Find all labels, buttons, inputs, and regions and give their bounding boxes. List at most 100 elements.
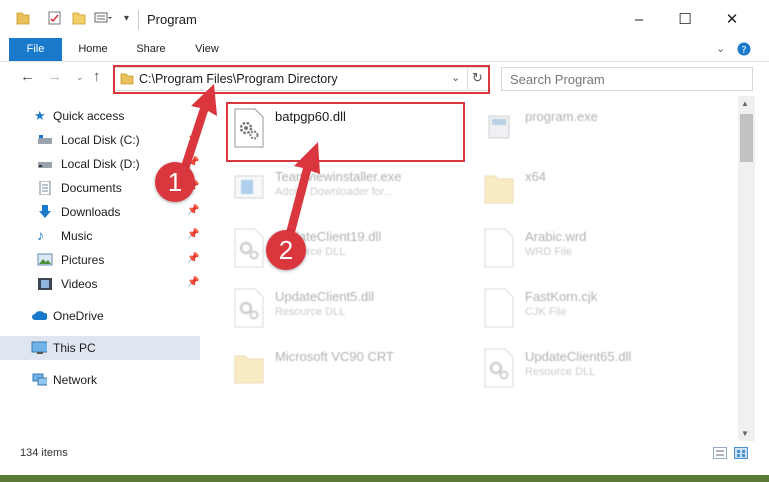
drive-icon xyxy=(38,162,52,168)
tab-view[interactable]: View xyxy=(184,38,230,61)
pin-icon: 📌 xyxy=(187,157,200,168)
videos-icon xyxy=(38,278,52,290)
large-icons-view-icon[interactable] xyxy=(734,447,748,459)
star-icon: ★ xyxy=(34,108,46,123)
sidebar-item-local-disk-c[interactable]: Local Disk (C:) 📌 xyxy=(0,128,200,152)
pin-icon: 📌 xyxy=(187,277,200,288)
search-box[interactable] xyxy=(501,67,753,91)
file-item-microsoft-vc90-crt[interactable]: Microsoft VC90 CRT xyxy=(229,342,469,394)
sidebar-item-onedrive[interactable]: OneDrive xyxy=(0,304,200,328)
pin-icon: 📌 xyxy=(187,205,200,216)
scroll-down-icon[interactable]: ▼ xyxy=(741,429,749,438)
computer-icon xyxy=(31,341,47,354)
pin-icon: 📌 xyxy=(187,253,200,264)
file-type: Resource DLL xyxy=(275,306,346,318)
exe-icon xyxy=(488,115,510,139)
sidebar-item-label: Videos xyxy=(61,277,98,291)
help-icon[interactable]: ? xyxy=(737,42,751,56)
properties-icon[interactable] xyxy=(47,10,63,26)
blank-file-icon xyxy=(484,288,514,328)
window-title: Program xyxy=(147,12,197,27)
expand-ribbon-icon[interactable]: ⌄ xyxy=(716,42,725,55)
sidebar-item-pictures[interactable]: Pictures 📌 xyxy=(0,248,200,272)
step-1-badge: 1 xyxy=(155,162,195,202)
sidebar-item-label: Local Disk (C:) xyxy=(61,133,140,147)
pin-icon: 📌 xyxy=(187,229,200,240)
tab-share[interactable]: Share xyxy=(128,38,174,61)
up-arrow-icon[interactable]: ↑ xyxy=(93,68,101,85)
pictures-icon xyxy=(37,253,53,266)
file-name: Teamviewinstaller.exe xyxy=(275,169,402,184)
dll-gear-icon xyxy=(234,228,264,268)
file-item-installer-exe[interactable]: Teamviewinstaller.exe Adobe Downloader f… xyxy=(229,162,469,214)
scrollbar-thumb[interactable] xyxy=(740,114,753,162)
forward-arrow-icon[interactable]: → xyxy=(47,68,62,85)
sidebar-item-this-pc[interactable]: This PC xyxy=(0,336,200,360)
new-folder-icon[interactable] xyxy=(72,10,86,26)
file-item-arabic-wrd[interactable]: Arabic.wrd WRD File xyxy=(479,222,719,274)
sidebar-item-music[interactable]: ♪ Music 📌 xyxy=(0,224,200,248)
folder-icon xyxy=(16,12,30,25)
folder-icon xyxy=(234,355,264,384)
dll-gear-icon xyxy=(484,348,514,388)
quick-access-dropdown-icon[interactable]: ▾ xyxy=(124,13,129,24)
ribbon-tabs: File Home Share View ⌄ ? xyxy=(0,38,769,62)
folder-icon xyxy=(484,175,514,204)
sidebar-item-videos[interactable]: Videos 📌 xyxy=(0,272,200,296)
file-name: UpdateClient65.dll xyxy=(525,349,632,364)
details-view-icon[interactable] xyxy=(713,447,727,459)
file-explorer-window: ▾ Program – ☐ ✕ File Home Share View ⌄ ?… xyxy=(0,0,769,475)
file-type: WRD File xyxy=(525,246,573,258)
file-item-updateclient19-dll[interactable]: UpdateClient19.dll Resource DLL xyxy=(229,222,469,274)
scroll-up-icon[interactable]: ▲ xyxy=(741,99,749,108)
file-name: FastKorn.cjk xyxy=(525,289,598,304)
file-item-updateclient5-dll[interactable]: UpdateClient5.dll Resource DLL xyxy=(229,282,469,334)
file-name: UpdateClient5.dll xyxy=(275,289,375,304)
title-separator xyxy=(138,10,139,30)
sidebar-item-downloads[interactable]: Downloads 📌 xyxy=(0,200,200,224)
svg-text:?: ? xyxy=(741,45,746,56)
tab-file[interactable]: File xyxy=(9,38,62,61)
sidebar-item-label: Pictures xyxy=(61,253,105,267)
blank-file-icon xyxy=(484,228,514,268)
music-icon: ♪ xyxy=(37,227,44,243)
file-name: x64 xyxy=(525,169,546,184)
file-name: Microsoft VC90 CRT xyxy=(275,349,394,364)
documents-icon xyxy=(39,181,51,195)
sidebar-item-label: Documents xyxy=(61,181,122,195)
file-item-program-exe[interactable]: program.exe xyxy=(479,102,719,154)
back-arrow-icon[interactable]: ← xyxy=(20,68,35,85)
navigation-pane: ★ Quick access Local Disk (C:) 📌 Local D… xyxy=(0,96,205,441)
item-count: 134 items xyxy=(20,447,68,459)
drive-icon xyxy=(38,135,52,144)
installer-icon xyxy=(234,175,264,199)
tab-home[interactable]: Home xyxy=(70,38,116,61)
title-bar: ▾ Program – ☐ ✕ xyxy=(0,0,769,40)
network-icon xyxy=(32,373,47,386)
maximize-button[interactable]: ☐ xyxy=(670,8,700,32)
sidebar-item-quick-access[interactable]: ★ Quick access xyxy=(0,104,200,128)
sidebar-item-label: OneDrive xyxy=(53,309,104,323)
sidebar-item-label: Quick access xyxy=(53,109,125,123)
file-name: program.exe xyxy=(525,109,598,124)
file-name: Arabic.wrd xyxy=(525,229,587,244)
recent-locations-icon[interactable]: ⌄ xyxy=(76,72,84,83)
address-bar-highlight xyxy=(113,65,490,94)
file-type: Adobe Downloader for... xyxy=(275,186,394,198)
sidebar-item-label: Network xyxy=(53,373,98,387)
minimize-button[interactable]: – xyxy=(624,8,654,32)
sidebar-item-label: Downloads xyxy=(61,205,121,219)
file-item-fastkorn-cjk[interactable]: FastKorn.cjk CJK File xyxy=(479,282,719,334)
customize-toolbar-icon[interactable] xyxy=(94,10,112,26)
dll-gear-icon xyxy=(234,288,264,328)
cloud-icon xyxy=(32,311,47,320)
close-button[interactable]: ✕ xyxy=(717,8,747,32)
status-bar: 134 items xyxy=(0,442,769,464)
file-item-x64-folder[interactable]: x64 xyxy=(479,162,719,214)
search-input[interactable] xyxy=(508,71,712,88)
download-icon xyxy=(39,205,51,218)
vertical-scrollbar[interactable]: ▲ ▼ xyxy=(738,96,755,441)
sidebar-item-network[interactable]: Network xyxy=(0,368,200,392)
file-item-updateclient65-dll[interactable]: UpdateClient65.dll Resource DLL xyxy=(479,342,719,394)
file-type: Resource DLL xyxy=(525,366,596,378)
